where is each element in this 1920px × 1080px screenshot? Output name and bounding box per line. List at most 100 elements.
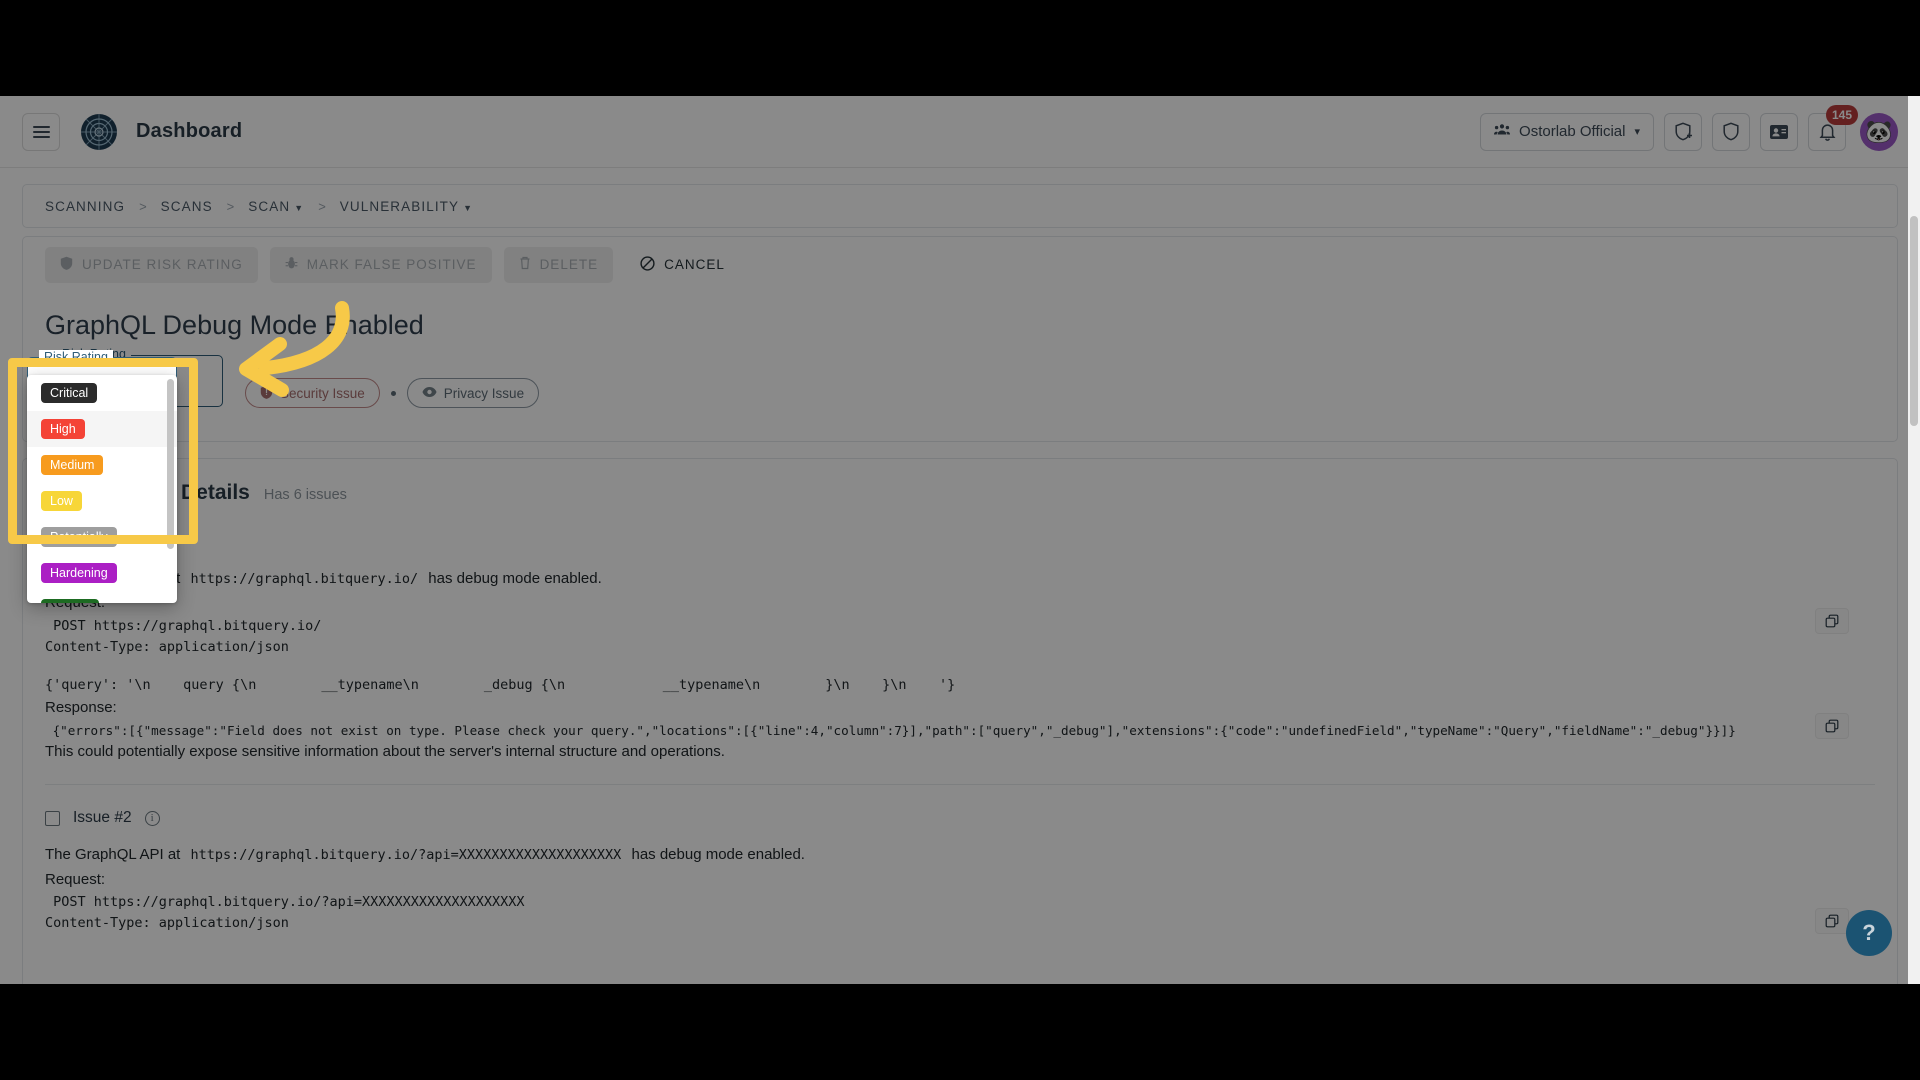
cancel-icon: [640, 255, 655, 274]
breadcrumb-item-scanning[interactable]: SCANNING: [45, 199, 125, 214]
chip-privacy-issue[interactable]: Privacy Issue: [406, 378, 540, 408]
page-scrollbar[interactable]: [1908, 96, 1920, 984]
issue-block-1: Issue #1 i The GraphQL API at https://gr…: [45, 531, 1875, 786]
action-toolbar: UPDATE RISK RATING MARK FALSE POSITIVE D…: [22, 236, 1898, 292]
chip-privacy-issue-label: Privacy Issue: [443, 385, 525, 401]
risk-option-low[interactable]: Low: [27, 483, 177, 519]
breadcrumb-separator: >: [226, 198, 235, 214]
cancel-label: CANCEL: [664, 257, 725, 272]
details-issue-count: Has 6 issues: [263, 487, 347, 503]
update-risk-rating-button[interactable]: UPDATE RISK RATING: [45, 246, 258, 283]
trash-icon: [519, 256, 531, 273]
copy-icon[interactable]: [1815, 607, 1849, 634]
details-card: Details Has 6 issues Issue #1 i The Grap…: [22, 458, 1898, 984]
risk-option-secure[interactable]: Secure: [27, 591, 177, 603]
hamburger-icon[interactable]: [22, 112, 60, 151]
issue-2-url: https://graphql.bitquery.io/?api=XXXXXXX…: [190, 847, 622, 864]
issue-1-request-line-1: POST https://graphql.bitquery.io/: [45, 617, 322, 634]
issue-2-checkbox[interactable]: [45, 810, 60, 826]
breadcrumb-item-scan[interactable]: SCAN ▼: [248, 199, 304, 214]
organization-selector[interactable]: Ostorlab Official ▾: [1480, 112, 1654, 151]
issue-divider: [45, 784, 1875, 786]
panda-avatar-glyph: 🐼: [1865, 118, 1893, 144]
vulnerability-header-card: GraphQL Debug Mode Enabled Risk Rating S…: [22, 292, 1898, 442]
user-avatar[interactable]: 🐼: [1860, 112, 1898, 151]
risk-option-tag: Medium: [41, 454, 104, 476]
issue-1-header: Issue #1 i: [45, 531, 1875, 549]
mark-false-positive-button[interactable]: MARK FALSE POSITIVE: [269, 246, 492, 283]
info-icon[interactable]: i: [144, 810, 160, 826]
risk-option-potentially[interactable]: Potentially: [27, 519, 177, 555]
breadcrumb-separator: >: [139, 198, 147, 214]
risk-option-high[interactable]: High: [27, 411, 177, 447]
issue-block-2: Issue #2 i The GraphQL API at https://gr…: [45, 809, 1875, 935]
issue-2-label: Issue #2: [73, 809, 132, 827]
details-title: Details: [181, 481, 250, 504]
contact-card-icon[interactable]: [1760, 112, 1798, 151]
issue-2-desc-prefix: The GraphQL API at: [45, 846, 181, 864]
delete-button[interactable]: DELETE: [503, 246, 614, 283]
copy-icon[interactable]: [1815, 712, 1849, 739]
issue-2-request-line-2: Content-Type: application/json: [45, 914, 289, 931]
privacy-icon: [422, 386, 437, 401]
risk-rating-legend: Risk Rating: [39, 350, 113, 364]
issue-2-description: The GraphQL API at https://graphql.bitqu…: [45, 843, 1875, 867]
chip-separator-dot: [390, 390, 396, 396]
delete-label: DELETE: [539, 257, 599, 272]
notification-count-badge: 145: [1825, 104, 1858, 125]
chevron-down-icon: ▼: [463, 202, 474, 213]
ostorlab-logo-icon: [80, 113, 118, 151]
issue-1-response-body: {"errors":[{"message":"Field does not ex…: [45, 722, 1736, 738]
risk-option-tag: Low: [41, 490, 82, 512]
dropdown-scrollbar-thumb[interactable]: [167, 379, 174, 549]
header-actions: Ostorlab Official ▾ 145 🐼: [1480, 104, 1898, 151]
issue-2-desc-suffix: has debug mode enabled.: [631, 846, 805, 864]
risk-option-hardening[interactable]: Hardening: [27, 555, 177, 591]
details-header: Details Has 6 issues: [181, 481, 1875, 505]
issue-1-request-line-2: Content-Type: application/json: [45, 638, 289, 655]
vulnerability-chips: Security Issue Privacy Issue: [245, 378, 540, 408]
mark-false-positive-label: MARK FALSE POSITIVE: [306, 257, 477, 272]
issue-1-url: https://graphql.bitquery.io/: [190, 571, 419, 587]
help-button[interactable]: ?: [1846, 910, 1892, 956]
chip-security-issue-label: Security Issue: [280, 385, 365, 401]
risk-option-medium[interactable]: Medium: [27, 447, 177, 483]
breadcrumb-item-scan-label: SCAN: [248, 198, 291, 214]
risk-option-tag: Critical: [41, 382, 98, 404]
issue-1-desc-suffix: has debug mode enabled.: [428, 570, 602, 587]
vulnerability-title: GraphQL Debug Mode Enabled: [45, 310, 424, 340]
bug-icon: [285, 256, 298, 273]
issue-2-request-line-1: POST https://graphql.bitquery.io/?api=XX…: [45, 894, 525, 911]
breadcrumb-separator: >: [318, 198, 326, 214]
issue-1-response-label: Response:: [45, 699, 117, 717]
update-risk-rating-label: UPDATE RISK RATING: [82, 257, 243, 272]
cancel-button[interactable]: CANCEL: [625, 247, 740, 283]
notifications-bell-icon[interactable]: 145: [1808, 104, 1858, 151]
add-shield-icon[interactable]: [1664, 112, 1702, 151]
group-icon: [1494, 123, 1511, 140]
chevron-down-icon: ▾: [1634, 126, 1640, 138]
shield-warning-icon: [260, 385, 273, 402]
breadcrumb-item-vulnerability-label: VULNERABILITY: [339, 198, 460, 214]
risk-rating-options-list: Critical High Medium Low Potentially Hardenin…: [27, 375, 177, 603]
issue-1-description: The GraphQL API at https://graphql.bitqu…: [45, 567, 1875, 591]
breadcrumb-item-vulnerability[interactable]: VULNERABILITY ▼: [340, 199, 473, 214]
risk-rating-dropdown-menu[interactable]: Critical High Medium Low Potentially Hardenin…: [27, 375, 177, 603]
chip-security-issue[interactable]: Security Issue: [245, 378, 380, 408]
issue-1-request-label: Request:: [45, 591, 1875, 615]
page-scrollbar-thumb[interactable]: [1910, 216, 1918, 426]
chevron-down-icon: ▼: [294, 202, 305, 213]
risk-option-critical[interactable]: Critical: [27, 375, 177, 411]
app-viewport: Dashboard Ostorlab Official ▾ 145 🐼 SCAN…: [0, 96, 1920, 984]
shield-icon[interactable]: [1712, 112, 1750, 151]
risk-option-tag: Hardening: [41, 562, 117, 584]
breadcrumb-item-scans[interactable]: SCANS: [161, 199, 213, 214]
copy-icon[interactable]: [1815, 908, 1849, 935]
risk-option-tag: High: [41, 418, 85, 440]
issue-2-header: Issue #2 i: [45, 809, 1875, 827]
letterbox-bottom: [0, 984, 1920, 1080]
issue-1-query-body: {'query': '\n query {\n __typename\n _de…: [45, 677, 956, 694]
issue-1-note: This could potentially expose sensitive …: [45, 743, 725, 761]
help-label: ?: [1862, 920, 1876, 945]
issue-2-request-label: Request:: [45, 870, 106, 888]
